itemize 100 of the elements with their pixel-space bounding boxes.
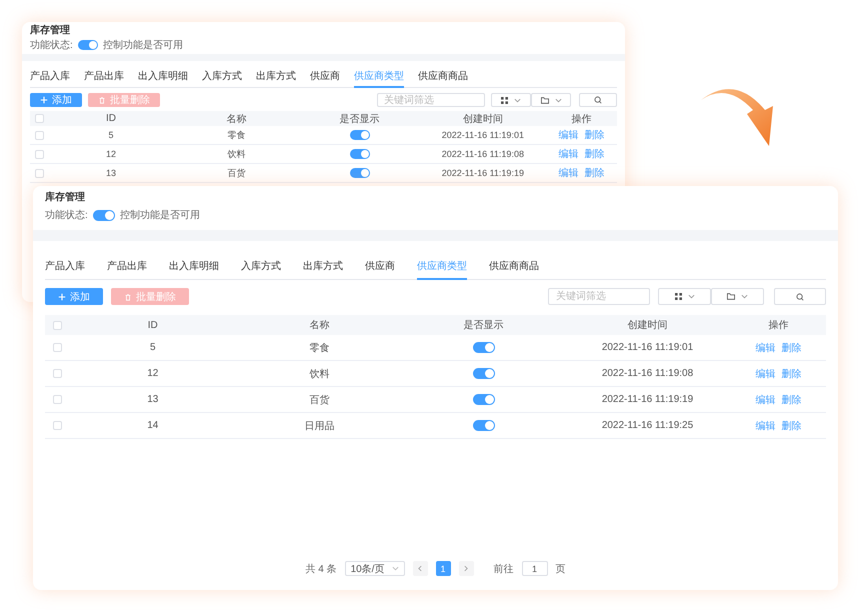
select-all-checkbox[interactable]: [34, 114, 44, 123]
table-cell: 13: [106, 168, 116, 178]
visibility-toggle[interactable]: [472, 342, 494, 353]
row-checkbox[interactable]: [34, 150, 44, 158]
tab[interactable]: 产品出库: [107, 259, 147, 280]
folder-icon: [540, 96, 548, 104]
add-button[interactable]: 添加: [45, 288, 103, 305]
row-checkbox[interactable]: [52, 343, 62, 352]
table-cell: 2022-11-16 11:19:08: [602, 368, 694, 379]
tab[interactable]: 产品入库: [45, 259, 85, 280]
column-header: 名称: [226, 112, 246, 126]
search-field[interactable]: 关键词筛选: [548, 288, 650, 305]
tab[interactable]: 入库方式: [202, 71, 242, 88]
visibility-toggle[interactable]: [472, 394, 494, 405]
select-all-checkbox[interactable]: [52, 320, 62, 330]
table-cell: 5: [150, 342, 156, 353]
table-cell: 2022-11-16 11:19:08: [442, 149, 524, 159]
view-dropdown[interactable]: [658, 288, 711, 305]
column-header: 操作: [571, 112, 592, 126]
table-cell: 12: [106, 149, 116, 159]
action-link[interactable]: 删除: [782, 418, 802, 432]
table-cell-text: 日用品: [304, 420, 334, 432]
action-link[interactable]: 编辑: [558, 147, 578, 161]
visibility-toggle[interactable]: [472, 368, 494, 379]
column-header: 创建时间: [462, 112, 503, 126]
action-link[interactable]: 编辑: [756, 340, 776, 354]
action-link[interactable]: 编辑: [756, 392, 776, 406]
action-link[interactable]: 删除: [782, 392, 802, 406]
add-button[interactable]: 添加: [30, 93, 82, 107]
action-link[interactable]: 编辑: [756, 418, 776, 432]
tab[interactable]: 供应商商品: [489, 259, 539, 280]
page-input[interactable]: 1: [522, 561, 548, 576]
next-page-button[interactable]: [458, 561, 474, 576]
action-link[interactable]: 编辑: [756, 366, 776, 380]
tab[interactable]: 供应商商品: [418, 71, 468, 88]
table-cell: 2022-11-16 11:19:01: [442, 130, 524, 140]
action-link[interactable]: 删除: [584, 166, 604, 180]
status-toggle[interactable]: [92, 210, 115, 220]
visibility-toggle[interactable]: [350, 168, 370, 178]
search-button[interactable]: [774, 288, 826, 305]
tab[interactable]: 供应商: [365, 259, 395, 280]
tab[interactable]: 产品入库: [30, 71, 70, 88]
prev-page-button[interactable]: [412, 561, 428, 576]
trash-icon: [98, 96, 106, 104]
tab[interactable]: 入库方式: [241, 259, 281, 280]
row-checkbox[interactable]: [34, 130, 44, 140]
table-cell: 14: [147, 420, 158, 431]
table-cell: 2022-11-16 11:19:19: [602, 394, 694, 405]
status-hint: 控制功能是否可用: [102, 38, 183, 52]
search-icon: [594, 96, 602, 104]
chevron-down-icon: [688, 294, 694, 299]
page-size-select[interactable]: 10条/页: [344, 561, 405, 576]
total-count: 共 4 条: [305, 562, 337, 576]
chevron-down-icon: [741, 294, 748, 299]
status-toggle[interactable]: [78, 40, 98, 50]
action-link[interactable]: 编辑: [558, 166, 578, 180]
tab[interactable]: 供应商类型: [354, 71, 404, 88]
grid-icon: [501, 96, 508, 104]
visibility-toggle[interactable]: [350, 149, 370, 159]
chevron-right-icon: [464, 565, 468, 572]
action-link[interactable]: 删除: [584, 147, 604, 161]
row-checkbox[interactable]: [52, 395, 62, 404]
trash-icon: [124, 292, 132, 300]
table-cell: 饮料: [227, 148, 246, 160]
action-link[interactable]: 删除: [782, 340, 802, 354]
search-button[interactable]: [579, 93, 617, 107]
status-hint: 控制功能是否可用: [120, 208, 200, 222]
row-checkbox[interactable]: [52, 421, 62, 430]
page-title: 库存管理: [45, 192, 86, 204]
table-cell: 12: [147, 368, 158, 379]
chevron-down-icon: [392, 566, 399, 571]
action-link[interactable]: 编辑: [558, 128, 578, 142]
column-header: ID: [148, 320, 158, 330]
row-checkbox[interactable]: [52, 369, 62, 378]
action-link[interactable]: 删除: [584, 128, 604, 142]
page-button[interactable]: 1: [436, 561, 451, 576]
action-link[interactable]: 删除: [782, 366, 802, 380]
visibility-toggle[interactable]: [350, 130, 370, 140]
column-header: 名称: [310, 319, 330, 332]
tab[interactable]: 出库方式: [303, 259, 343, 280]
tab[interactable]: 供应商类型: [417, 259, 467, 280]
view-dropdown[interactable]: [491, 93, 531, 107]
tab[interactable]: 供应商: [310, 71, 340, 88]
folder-dropdown[interactable]: [531, 93, 571, 107]
folder-icon: [727, 293, 735, 300]
search-field[interactable]: 关键词筛选: [377, 93, 485, 107]
table-cell: 2022-11-16 11:19:01: [602, 342, 694, 353]
table-cell: 13: [147, 394, 158, 405]
row-checkbox[interactable]: [34, 168, 44, 178]
table-cell: 2022-11-16 11:19:25: [602, 420, 694, 431]
column-header: 创建时间: [628, 318, 668, 332]
tab[interactable]: 出入库明细: [169, 259, 219, 280]
goto-label: 前往: [494, 562, 514, 576]
tab[interactable]: 产品出库: [84, 71, 124, 88]
tab[interactable]: 出库方式: [256, 71, 296, 88]
tab[interactable]: 出入库明细: [138, 71, 188, 88]
column-header: 是否显示: [340, 112, 380, 126]
visibility-toggle[interactable]: [472, 420, 494, 431]
page-unit: 页: [556, 562, 566, 576]
plus-icon: [58, 292, 66, 300]
